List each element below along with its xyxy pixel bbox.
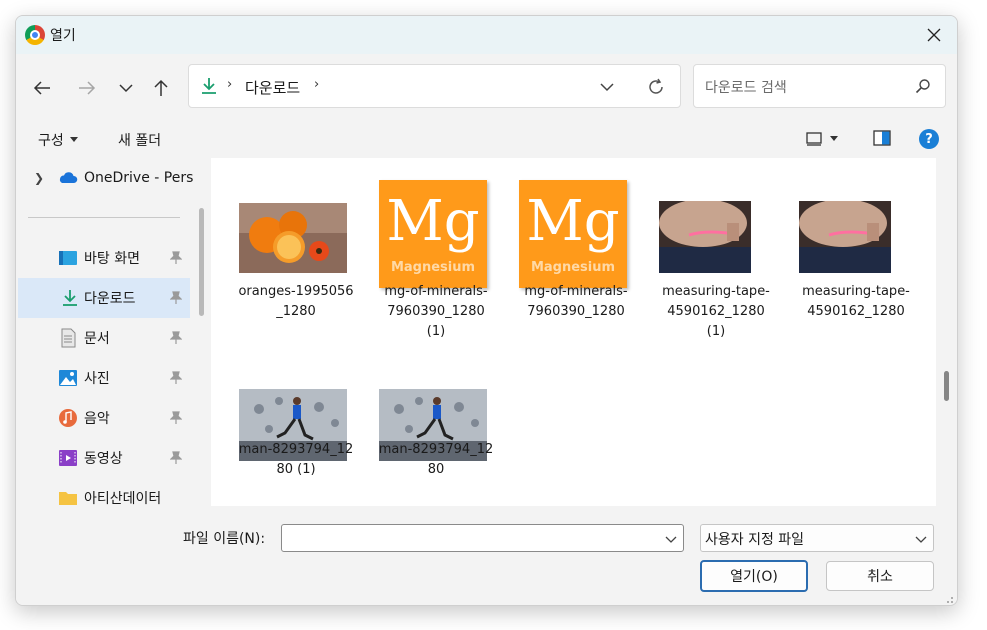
cancel-button[interactable]: 취소 — [826, 561, 934, 591]
sidebar-item-label: OneDrive - Pers — [84, 170, 194, 186]
file-name: mg-of-minerals- 7960390_1280 (1) — [384, 284, 488, 339]
search-icon[interactable] — [915, 78, 931, 94]
sidebar-item-label: 동영상 — [84, 451, 123, 467]
search-box[interactable]: 다운로드 검색 — [693, 64, 946, 108]
desktop-icon — [59, 251, 77, 265]
pin-icon[interactable] — [170, 411, 182, 425]
download-icon — [63, 290, 77, 306]
resize-grip-icon[interactable] — [944, 594, 954, 604]
organize-menu[interactable]: 구성 — [38, 130, 78, 150]
navigation-pane: ❯ OneDrive - Pers 바탕 화면 다운로드 문서 사진 음악 동영… — [16, 158, 211, 506]
file-name: man-8293794_12 80 (1) — [238, 442, 354, 477]
file-open-dialog: 열기 › 다운로드 › 다운로드 검색 구성 새 폴더 ? ❯ OneDrive… — [15, 15, 958, 606]
navigation-scrollbar[interactable] — [199, 208, 204, 316]
measuring-tape-thumbnail — [799, 201, 907, 273]
sidebar-item-folder[interactable]: 아티산데이터 — [16, 478, 188, 506]
file-name: man-8293794_12 80 — [378, 442, 494, 477]
sidebar-item-music[interactable]: 음악 — [16, 398, 188, 438]
mg-word: Magnesium — [390, 260, 476, 275]
download-icon — [202, 78, 216, 94]
video-icon — [59, 450, 77, 466]
sidebar-divider — [28, 217, 180, 218]
sidebar-item-label: 사진 — [84, 371, 110, 387]
help-button[interactable]: ? — [919, 129, 939, 149]
filename-label: 파일 이름(N): — [183, 531, 266, 547]
new-folder-button[interactable]: 새 폴더 — [118, 130, 161, 150]
close-icon — [927, 28, 941, 42]
arrow-right-icon — [79, 81, 96, 95]
forward-button[interactable] — [73, 74, 101, 102]
chrome-app-icon — [25, 25, 45, 45]
file-name: measuring-tape- 4590162_1280 — [802, 284, 910, 319]
file-list: oranges-1995056 _1280 Mg Magnesium mg-of… — [211, 158, 936, 506]
breadcrumb-separator[interactable]: › — [227, 77, 232, 92]
cloud-icon — [59, 172, 78, 183]
breadcrumb-downloads[interactable]: 다운로드 — [245, 77, 300, 98]
oranges-thumbnail — [239, 203, 347, 273]
mg-symbol: Mg — [386, 189, 480, 254]
sidebar-item-pictures[interactable]: 사진 — [16, 358, 188, 398]
arrow-left-icon — [33, 81, 50, 95]
pin-icon[interactable] — [170, 371, 182, 385]
sidebar-item-videos[interactable]: 동영상 — [16, 438, 188, 478]
breadcrumb-separator[interactable]: › — [314, 77, 319, 92]
pictures-icon — [59, 370, 77, 386]
pin-icon[interactable] — [170, 331, 182, 345]
folder-icon — [59, 492, 77, 505]
sidebar-item-documents[interactable]: 문서 — [16, 318, 188, 358]
chevron-down-icon[interactable] — [665, 533, 677, 545]
pin-icon[interactable] — [170, 251, 182, 265]
search-input[interactable]: 다운로드 검색 — [705, 77, 787, 97]
measuring-tape-thumbnail — [659, 201, 767, 273]
close-button[interactable] — [911, 16, 957, 54]
back-button[interactable] — [28, 74, 56, 102]
sidebar-item-label: 다운로드 — [84, 291, 136, 307]
sidebar-item-label: 문서 — [84, 331, 110, 347]
music-icon — [59, 409, 77, 427]
preview-pane-icon[interactable] — [873, 130, 891, 146]
sidebar-item-label: 음악 — [84, 411, 110, 427]
sidebar-item-downloads[interactable]: 다운로드 — [18, 278, 190, 318]
expand-arrow-icon[interactable]: ❯ — [34, 171, 44, 185]
file-name: mg-of-minerals- 7960390_1280 — [524, 284, 628, 319]
change-view-button[interactable] — [806, 130, 850, 148]
file-name: oranges-1995056 _1280 — [238, 284, 354, 319]
dialog-title: 열기 — [50, 28, 76, 44]
recent-locations-button[interactable] — [112, 74, 140, 102]
open-button[interactable]: 열기(O) — [700, 560, 808, 592]
filename-field[interactable] — [281, 524, 684, 552]
sidebar-item-onedrive[interactable]: ❯ OneDrive - Pers — [16, 158, 193, 198]
view-icon — [806, 132, 822, 146]
sidebar-item-desktop[interactable]: 바탕 화면 — [16, 238, 188, 278]
dialog-footer: 파일 이름(N): 사용자 지정 파일 열기(O) 취소 — [16, 506, 957, 605]
caret-down-icon — [830, 136, 838, 141]
arrow-up-icon — [154, 79, 168, 96]
chevron-down-icon — [119, 84, 133, 93]
command-bar: 구성 새 폴더 ? — [16, 120, 957, 158]
address-history-icon[interactable] — [599, 79, 615, 95]
refresh-icon[interactable] — [646, 77, 666, 97]
organize-label: 구성 — [38, 133, 64, 149]
file-name: measuring-tape- 4590162_1280 (1) — [662, 284, 770, 339]
pin-icon[interactable] — [170, 291, 182, 305]
content-scrollbar[interactable] — [944, 371, 949, 401]
mg-symbol: Mg — [526, 189, 620, 254]
file-type-value: 사용자 지정 파일 — [705, 532, 805, 548]
caret-down-icon — [69, 137, 78, 142]
document-icon — [61, 328, 76, 348]
navigation-bar: › 다운로드 › 다운로드 검색 — [16, 54, 957, 120]
magnesium-thumbnail: Mg Magnesium — [379, 180, 487, 288]
address-bar[interactable]: › 다운로드 › — [188, 64, 681, 108]
sidebar-item-label: 바탕 화면 — [84, 251, 140, 267]
file-type-select[interactable]: 사용자 지정 파일 — [700, 524, 934, 552]
up-button[interactable] — [147, 74, 175, 102]
magnesium-thumbnail: Mg Magnesium — [519, 180, 627, 288]
sidebar-item-label: 아티산데이터 — [84, 491, 162, 506]
pin-icon[interactable] — [170, 451, 182, 465]
mg-word: Magnesium — [530, 260, 616, 275]
chevron-down-icon — [915, 536, 927, 543]
title-bar: 열기 — [16, 16, 957, 54]
